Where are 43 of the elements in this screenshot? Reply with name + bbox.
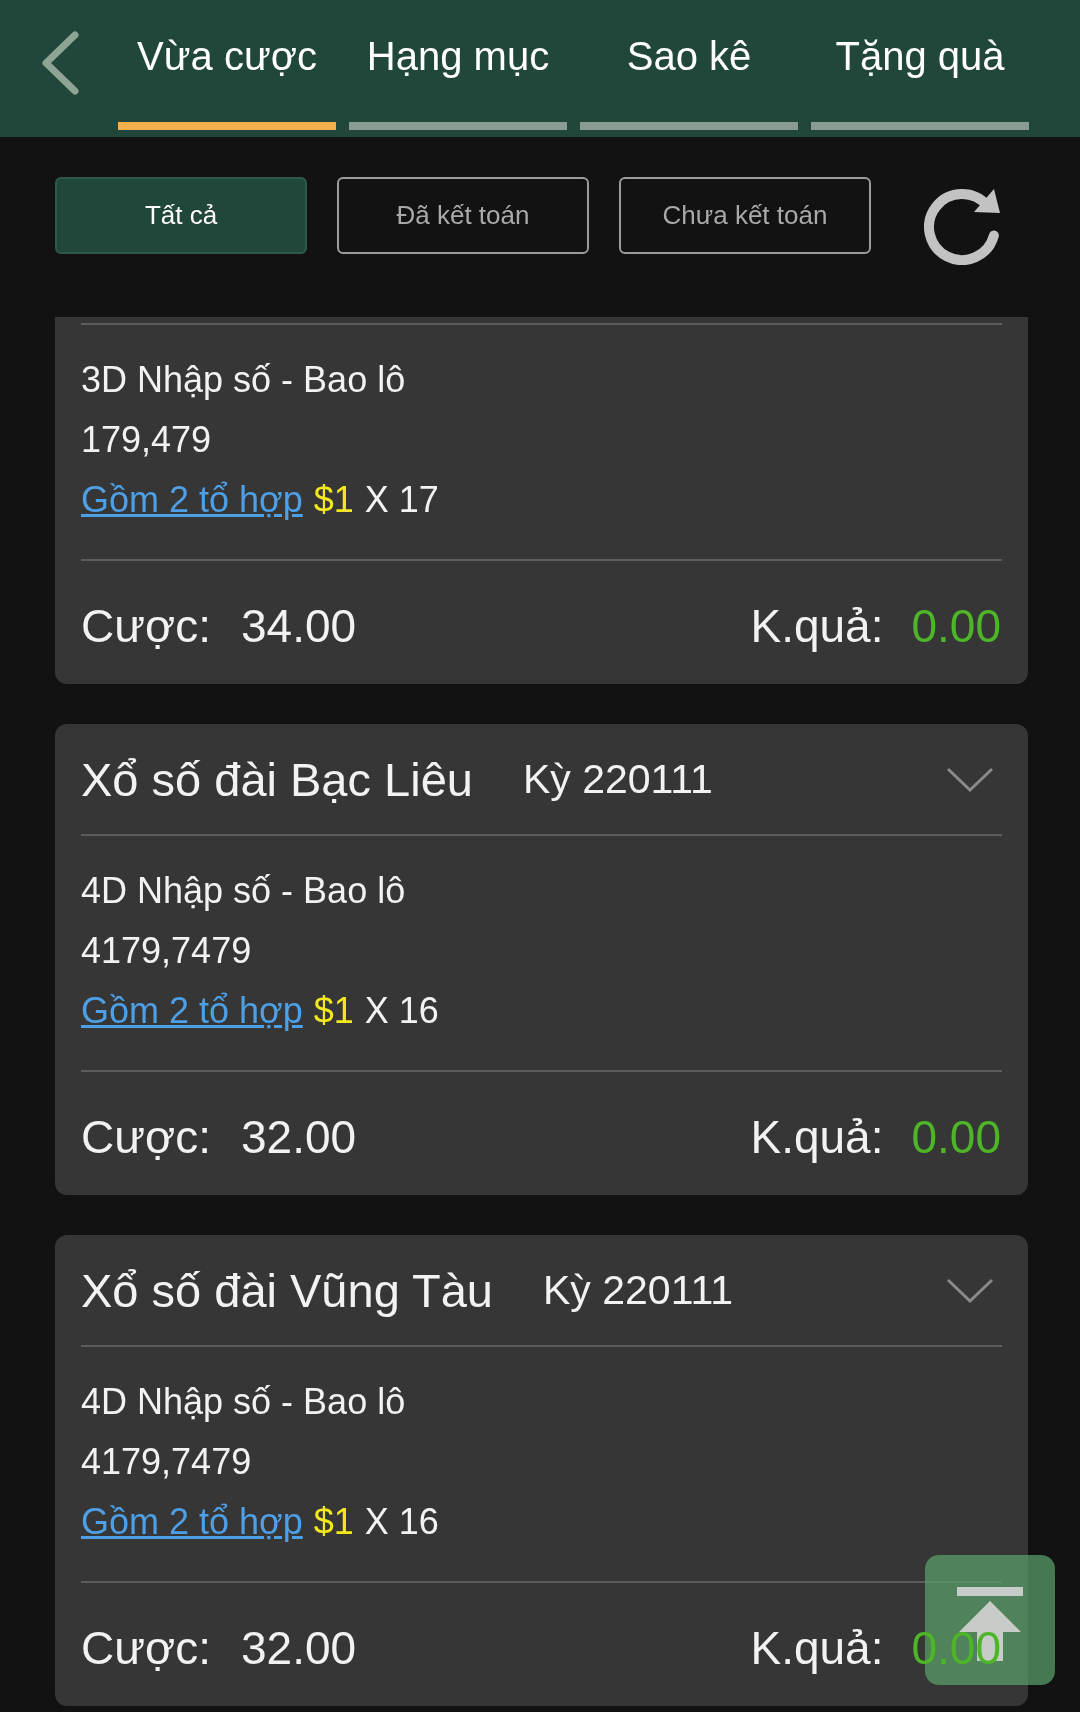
multiplier: X 16 [364,1500,439,1544]
refresh-icon [924,188,1000,265]
multiplier: X 17 [364,478,439,522]
bet-numbers: 4179,7479 [81,929,253,973]
refresh-button[interactable] [924,188,1000,265]
result-amount: 0.00 [911,601,1001,650]
stake-amount: 32.00 [240,1109,357,1164]
stake-amount: 34.00 [240,598,357,653]
tab[interactable]: Tặng quà [811,20,1029,130]
draw-period: Kỳ 220111 [543,1266,733,1314]
combination-link[interactable]: Gồm 2 tổ hợp [81,981,303,1041]
filter-button[interactable]: Đã kết toán [337,177,589,254]
bet-numbers: 4179,7479 [81,1440,253,1484]
chevron-down-icon[interactable] [946,1277,994,1303]
result-label: K.quả: [750,1109,884,1164]
result-amount: 0.00 [911,1112,1001,1161]
stake-label: Cược: [81,598,211,653]
unit-amount: $1 [313,1500,354,1544]
unit-amount: $1 [313,478,354,522]
lottery-name: Xổ số đài Vũng Tàu [81,1262,493,1318]
stake-label: Cược: [81,1109,211,1164]
stake-amount: 32.00 [240,1620,357,1675]
lottery-name: Xổ số đài Bạc Liêu [81,751,473,807]
bet-type: 4D Nhập số - Bao lô [81,1380,407,1424]
stake-label: Cược: [81,1620,211,1675]
tab[interactable]: Hạng mục [349,20,567,130]
back-button[interactable] [41,31,79,95]
chevron-left-icon [41,31,79,95]
result-label: K.quả: [750,598,884,653]
multiplier: X 16 [364,989,439,1033]
unit-amount: $1 [313,989,354,1033]
combination-link[interactable]: Gồm 2 tổ hợp [81,470,303,530]
combination-link[interactable]: Gồm 2 tổ hợp [81,1492,303,1552]
chevron-down-icon[interactable] [946,766,994,792]
bet-type: 4D Nhập số - Bao lô [81,869,407,913]
tab[interactable]: Vừa cược [118,20,336,130]
draw-period: Kỳ 220111 [522,755,713,803]
bet-type: 3D Nhập số - Bao lô [81,358,407,402]
filter-button[interactable]: Tất cả [55,177,307,254]
tab[interactable]: Sao kê [580,20,798,130]
result-label: K.quả: [750,1620,884,1675]
bet-numbers: 179,479 [81,418,213,462]
filter-button[interactable]: Chưa kết toán [619,177,871,254]
